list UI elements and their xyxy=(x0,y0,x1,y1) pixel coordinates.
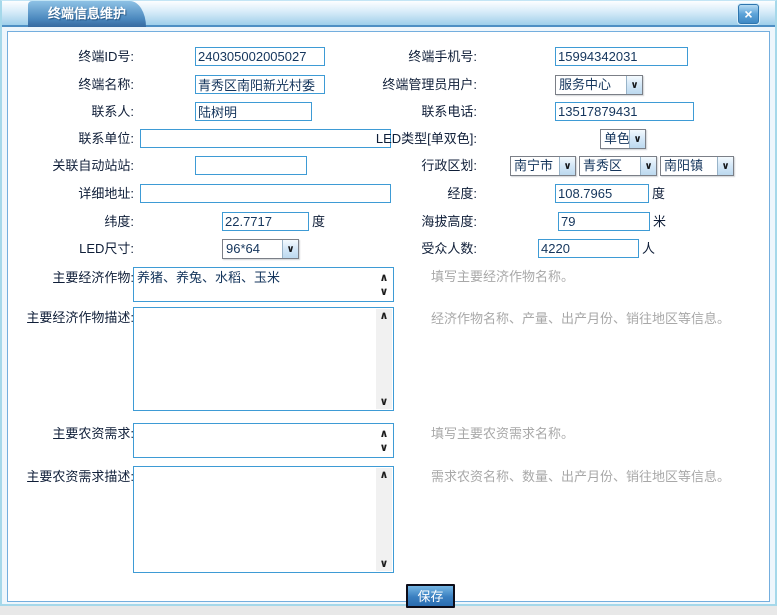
crops-desc-hint: 经济作物名称、产量、出产月份、销往地区等信息。 xyxy=(431,310,730,328)
scroll-down-icon[interactable]: ∨ xyxy=(376,441,392,455)
contact-label: 联系人: xyxy=(8,102,134,122)
save-button[interactable]: 保存 xyxy=(406,584,455,608)
chevron-down-icon[interactable]: ∨ xyxy=(717,157,733,175)
longitude-label: 经度: xyxy=(252,184,477,204)
agri-need-desc-label: 主要农资需求描述: xyxy=(8,467,134,487)
region-city-select[interactable]: 南宁市 ∨ xyxy=(510,156,576,176)
scroll-up-icon[interactable]: ∧ xyxy=(376,468,392,482)
crops-label: 主要经济作物: xyxy=(8,268,134,288)
led-type-label: LED类型[单双色]: xyxy=(252,129,477,149)
terminal-info-dialog: 终端信息维护 × 终端ID号: 终端手机号: 终端名称: 终端管理员用户: 服务… xyxy=(0,0,777,606)
agri-need-hint: 填写主要农资需求名称。 xyxy=(431,425,574,443)
agri-need-desc-hint: 需求农资名称、数量、出产月份、销往地区等信息。 xyxy=(431,468,730,486)
longitude-unit: 度 xyxy=(652,184,665,204)
dialog-title: 终端信息维护 xyxy=(28,1,146,27)
chevron-down-icon[interactable]: ∨ xyxy=(640,157,656,175)
admin-user-select[interactable]: 服务中心 ∨ xyxy=(555,75,643,95)
region-town-value: 南阳镇 xyxy=(661,157,717,175)
crops-hint: 填写主要经济作物名称。 xyxy=(431,268,574,286)
audience-label: 受众人数: xyxy=(252,239,477,259)
dialog-titlebar: 终端信息维护 × xyxy=(2,1,775,27)
scroll-down-icon[interactable]: ∨ xyxy=(376,395,392,409)
agri-need-desc-text[interactable] xyxy=(137,469,374,570)
crops-desc-scrollbar[interactable]: ∧ ∨ xyxy=(376,309,392,409)
agri-need-label: 主要农资需求: xyxy=(8,424,134,444)
agri-need-desc-textarea[interactable]: ∧ ∨ xyxy=(133,466,394,573)
page: 终端信息维护 × 终端ID号: 终端手机号: 终端名称: 终端管理员用户: 服务… xyxy=(0,0,777,615)
scroll-up-icon[interactable]: ∧ xyxy=(376,427,392,441)
close-icon: × xyxy=(744,6,752,22)
crops-desc-textarea[interactable]: ∧ ∨ xyxy=(133,307,394,411)
altitude-input[interactable] xyxy=(558,212,650,231)
auto-station-label: 关联自动站站: xyxy=(8,156,134,176)
agri-need-text[interactable] xyxy=(137,426,374,455)
agri-need-desc-scrollbar[interactable]: ∧ ∨ xyxy=(376,468,392,571)
region-city-value: 南宁市 xyxy=(511,157,559,175)
agri-need-textarea[interactable]: ∧ ∨ xyxy=(133,423,394,458)
contact-phone-label: 联系电话: xyxy=(252,102,477,122)
altitude-unit: 米 xyxy=(653,212,666,232)
chevron-down-icon[interactable]: ∨ xyxy=(559,157,575,175)
scroll-down-icon[interactable]: ∨ xyxy=(376,557,392,571)
close-button[interactable]: × xyxy=(738,4,759,24)
region-label: 行政区划: xyxy=(252,156,477,176)
audience-unit: 人 xyxy=(642,239,655,259)
led-size-label: LED尺寸: xyxy=(8,239,134,259)
terminal-id-label: 终端ID号: xyxy=(8,47,134,67)
terminal-name-label: 终端名称: xyxy=(8,75,134,95)
crops-desc-label: 主要经济作物描述: xyxy=(8,308,134,328)
scroll-up-icon[interactable]: ∧ xyxy=(376,309,392,323)
agri-need-scrollbar[interactable]: ∧ ∨ xyxy=(376,425,392,456)
crops-text[interactable]: 养猪、养兔、水稻、玉米 xyxy=(137,270,374,299)
admin-user-label: 终端管理员用户: xyxy=(252,75,477,95)
address-label: 详细地址: xyxy=(8,184,134,204)
led-type-value: 单色 xyxy=(601,130,629,148)
chevron-down-icon[interactable]: ∨ xyxy=(629,130,645,148)
admin-user-value: 服务中心 xyxy=(556,76,626,94)
crops-desc-text[interactable] xyxy=(137,310,374,408)
latitude-label: 纬度: xyxy=(8,212,134,232)
contact-unit-label: 联系单位: xyxy=(8,129,134,149)
crops-textarea[interactable]: 养猪、养兔、水稻、玉米 ∧ ∨ xyxy=(133,267,394,302)
scroll-up-icon[interactable]: ∧ xyxy=(376,271,392,285)
scroll-down-icon[interactable]: ∨ xyxy=(376,285,392,299)
region-town-select[interactable]: 南阳镇 ∨ xyxy=(660,156,734,176)
chevron-down-icon[interactable]: ∨ xyxy=(626,76,642,94)
terminal-phone-input[interactable] xyxy=(555,47,688,66)
region-district-value: 青秀区 xyxy=(580,157,640,175)
longitude-input[interactable] xyxy=(555,184,649,203)
audience-input[interactable] xyxy=(538,239,639,258)
crops-scrollbar[interactable]: ∧ ∨ xyxy=(376,269,392,300)
led-type-select[interactable]: 单色 ∨ xyxy=(600,129,646,149)
terminal-phone-label: 终端手机号: xyxy=(252,47,477,67)
region-district-select[interactable]: 青秀区 ∨ xyxy=(579,156,657,176)
contact-phone-input[interactable] xyxy=(555,102,694,121)
altitude-label: 海拔高度: xyxy=(252,212,477,232)
